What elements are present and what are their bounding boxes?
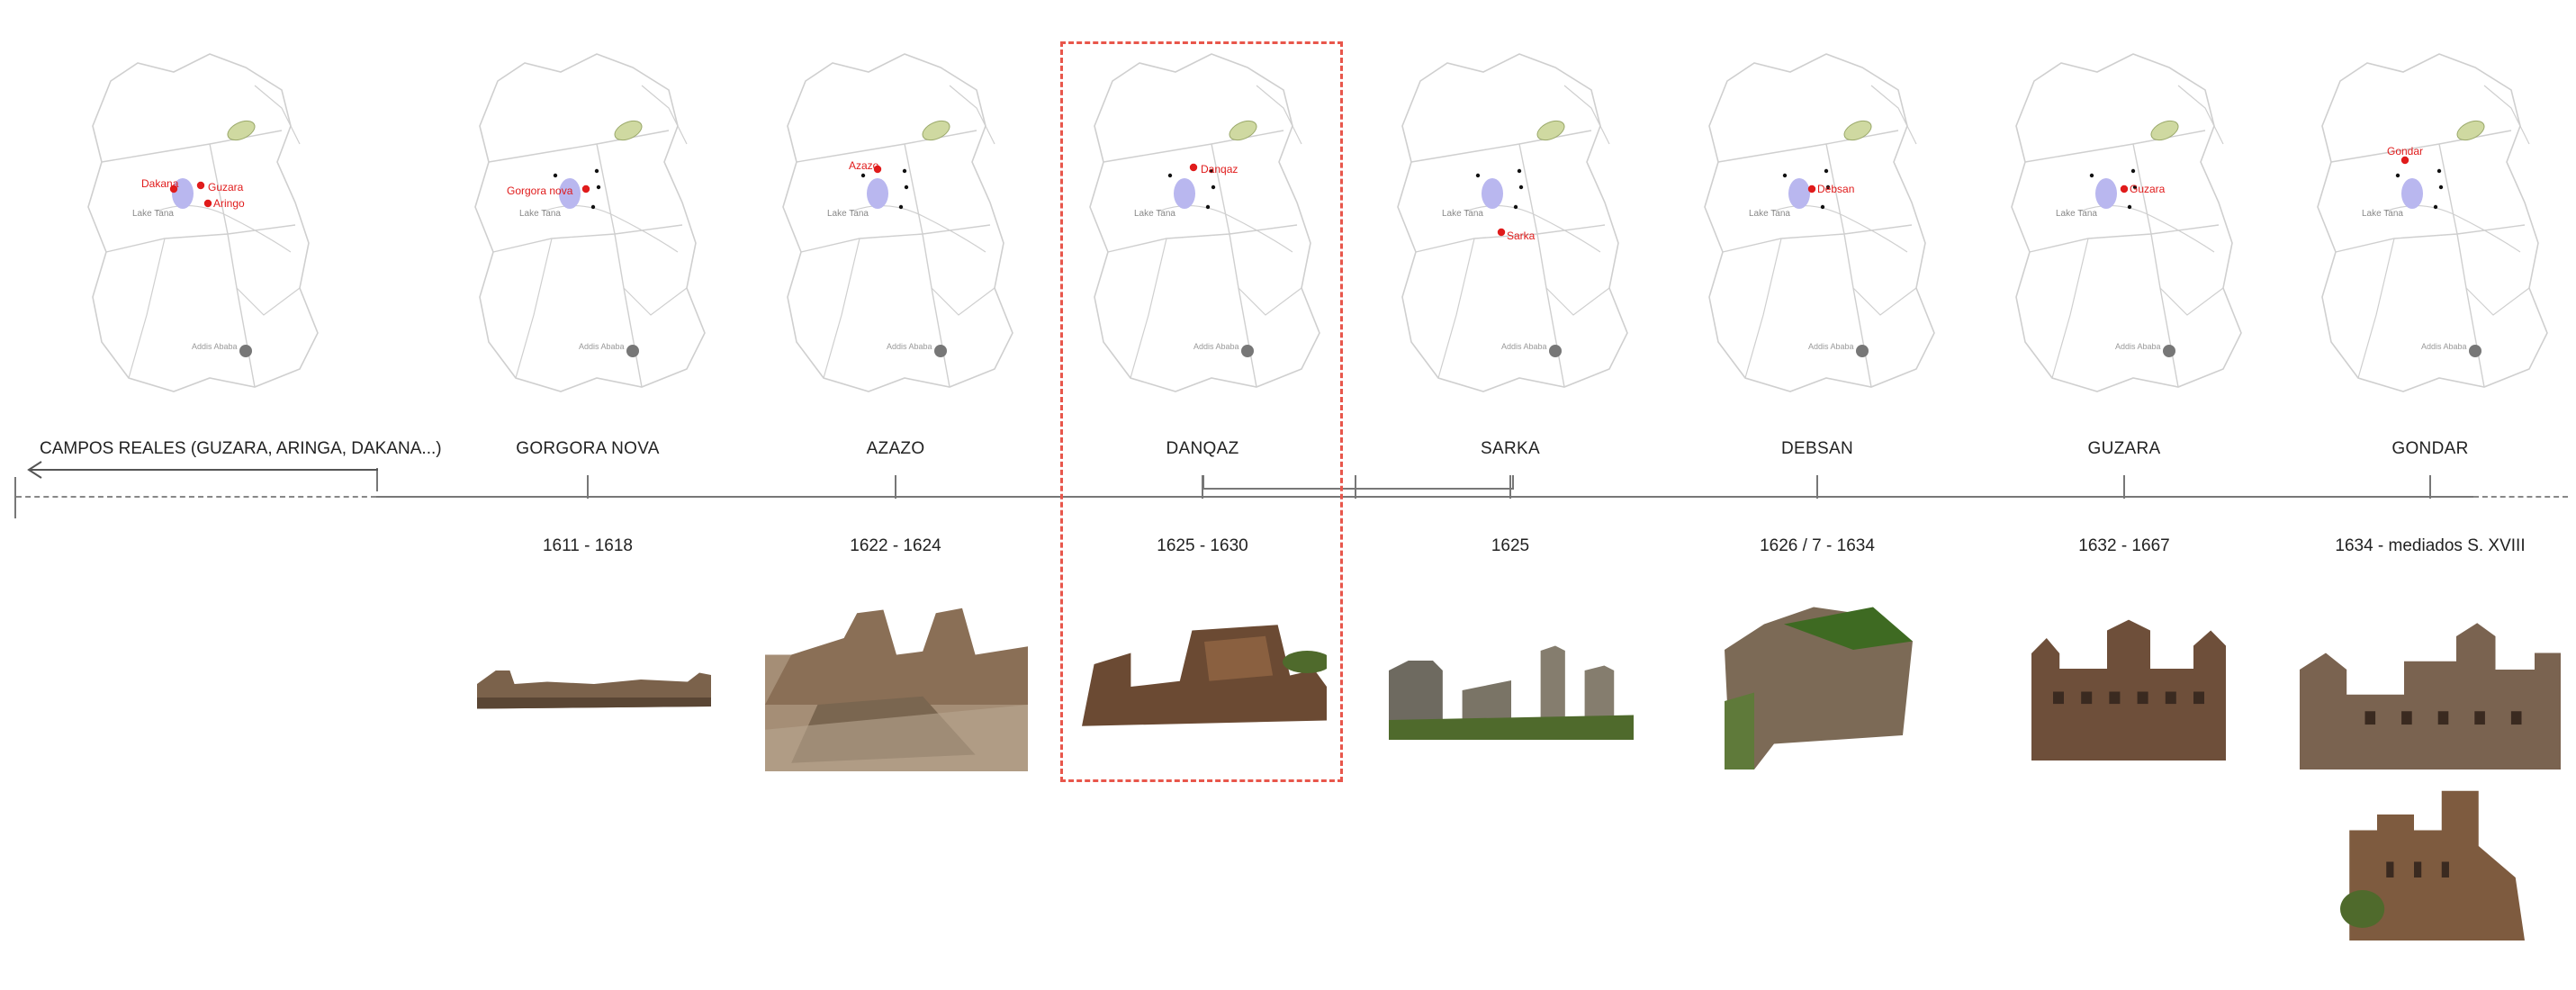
map-gondar-outline: Lake Tana Addis Ababa Gondar <box>2317 53 2548 392</box>
label-azazo: AZAZO <box>866 439 925 458</box>
tick-danqaz <box>1202 475 1203 499</box>
label-gorgora: GORGORA NOVA <box>516 439 660 458</box>
svg-text:Addis Ababa: Addis Ababa <box>2421 342 2467 351</box>
timeline-dashed-right <box>2473 496 2568 498</box>
svg-text:Lake Tana: Lake Tana <box>2056 209 2097 219</box>
map-azazo-outline: Lake Tana Addis Ababa Azazo <box>782 53 1013 392</box>
photo-debsan <box>1715 598 1913 770</box>
svg-text:Lake Tana: Lake Tana <box>519 209 561 219</box>
map-gorgora: Lake Tana Addis Ababa Gorgora nova <box>462 45 723 405</box>
svg-text:Gorgora nova: Gorgora nova <box>507 184 573 197</box>
svg-text:Lake Tana: Lake Tana <box>1442 209 1483 219</box>
tick-gondar <box>2429 475 2431 499</box>
timeline-dashed-left <box>16 496 376 498</box>
date-danqaz: 1625 - 1630 <box>1157 536 1248 555</box>
date-gorgora: 1611 - 1618 <box>542 536 633 555</box>
map-azazo: Lake Tana Addis Ababa Azazo <box>770 45 1031 405</box>
map-debsan: Lake Tana Addis Ababa Debsan <box>1691 45 1952 405</box>
svg-text:Addis Ababa: Addis Ababa <box>2115 342 2161 351</box>
map-campos: Lake Tana Addis Ababa Dakana Guzara Aringo <box>75 45 336 405</box>
tick-guzara <box>2123 475 2125 499</box>
tick-mid <box>1355 475 1356 499</box>
timeline-start-tick <box>14 477 16 518</box>
map-gondar: Lake Tana Addis Ababa Gondar <box>2304 45 2565 405</box>
map-campos-outline: Lake Tana Addis Ababa Dakana Guzara Aringo <box>87 53 319 392</box>
map-sarka: Lake Tana Addis Ababa Sarka <box>1384 45 1645 405</box>
photo-azazo <box>765 605 1028 771</box>
date-guzara: 1632 - 1667 <box>2078 536 2170 555</box>
photo-sarka <box>1389 641 1634 740</box>
label-debsan: DEBSAN <box>1781 439 1853 458</box>
svg-text:Azazo: Azazo <box>849 159 879 172</box>
svg-text:Dakana: Dakana <box>141 177 179 190</box>
svg-text:Lake Tana: Lake Tana <box>2362 209 2403 219</box>
photo-danqaz <box>1082 619 1332 732</box>
svg-text:Lake Tana: Lake Tana <box>1749 209 1790 219</box>
svg-text:Guzara: Guzara <box>208 181 244 194</box>
tick-azazo <box>895 475 896 499</box>
photo-guzara <box>2021 608 2237 760</box>
map-guzara: Lake Tana Addis Ababa Guzara <box>1998 45 2259 405</box>
timeline-axis <box>376 496 2473 498</box>
campos-arrow <box>25 461 378 479</box>
map-gorgora-outline: Lake Tana Addis Ababa Gorgora nova <box>474 53 706 392</box>
svg-text:Lake Tana: Lake Tana <box>132 209 174 219</box>
svg-text:Sarka: Sarka <box>1507 230 1536 242</box>
svg-text:Addis Ababa: Addis Ababa <box>192 342 238 351</box>
photo-gondar <box>2300 603 2561 770</box>
map-sarka-outline: Lake Tana Addis Ababa Sarka <box>1397 53 1628 392</box>
campos-label: CAMPOS REALES (GUZARA, ARINGA, DAKANA...… <box>40 439 442 458</box>
svg-text:Debsan: Debsan <box>1817 183 1854 195</box>
svg-text:Guzara: Guzara <box>2130 183 2166 195</box>
date-gondar: 1634 - mediados S. XVIII <box>2335 536 2526 555</box>
label-gondar: GONDAR <box>2391 439 2469 458</box>
date-debsan: 1626 / 7 - 1634 <box>1760 536 1875 555</box>
label-sarka: SARKA <box>1481 439 1540 458</box>
tick-gorgora <box>587 475 589 499</box>
photo-gorgora <box>477 666 711 711</box>
photo-gondar-2 <box>2340 783 2525 940</box>
svg-text:Addis Ababa: Addis Ababa <box>579 342 625 351</box>
map-guzara-outline: Lake Tana Addis Ababa Guzara <box>2011 53 2242 392</box>
date-azazo: 1622 - 1624 <box>850 536 941 555</box>
label-guzara: GUZARA <box>2087 439 2161 458</box>
svg-text:Lake Tana: Lake Tana <box>827 209 869 219</box>
svg-text:Aringo: Aringo <box>213 197 245 210</box>
svg-text:Addis Ababa: Addis Ababa <box>1501 342 1547 351</box>
tick-debsan <box>1816 475 1818 499</box>
svg-text:Gondar: Gondar <box>2387 145 2423 158</box>
date-sarka: 1625 <box>1491 536 1530 555</box>
map-debsan-outline: Lake Tana Addis Ababa Debsan <box>1704 53 1935 392</box>
tick-sarka <box>1509 475 1511 499</box>
label-danqaz: DANQAZ <box>1166 439 1239 458</box>
svg-text:Addis Ababa: Addis Ababa <box>1808 342 1854 351</box>
svg-text:Addis Ababa: Addis Ababa <box>887 342 932 351</box>
